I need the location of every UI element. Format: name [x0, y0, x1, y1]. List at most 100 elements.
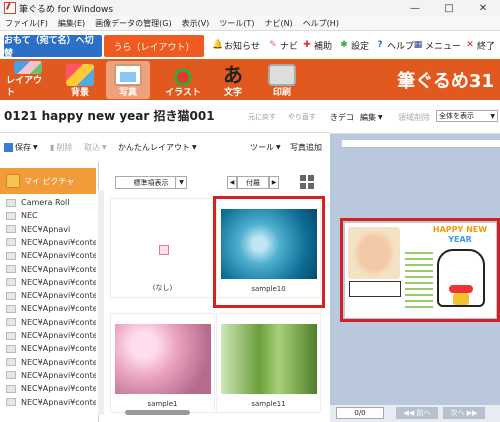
document-title: 0121 happy new year 招き猫001 [4, 109, 215, 123]
folder-icon [6, 265, 16, 273]
easy-layout-button[interactable]: かんたんレイアウト ▼ [118, 142, 197, 153]
grid-scrollbar[interactable] [110, 410, 325, 415]
undo-button[interactable]: 元に戻す [248, 112, 276, 122]
menu-tools[interactable]: ツール(T) [214, 18, 259, 29]
import-button[interactable]: 取込 ▼ [84, 142, 107, 153]
folder-label: NEC [21, 211, 38, 221]
zoom-select[interactable]: 全体を表示 ▼ [436, 110, 498, 122]
folder-item[interactable]: NEC¥Apnavi¥conten... [6, 356, 96, 369]
menu-image-data[interactable]: 画像データの管理(G) [90, 18, 176, 29]
save-button[interactable]: 保存 ▼ [4, 142, 38, 153]
grid-item-sample11[interactable]: sample11 [216, 313, 321, 413]
folder-icon [6, 211, 16, 220]
folder-item[interactable]: NEC¥Apnavi¥conten... [6, 263, 96, 276]
menu-edit[interactable]: 編集(E) [53, 18, 90, 29]
watermelon-icon [169, 64, 197, 86]
help-button[interactable]: ? ヘルプ [375, 38, 414, 52]
menu-button[interactable]: ▦ メニュー [413, 38, 461, 52]
folder-icon [6, 318, 16, 327]
folder-label: NEC¥Apnavi¥conten... [21, 357, 96, 367]
ribbon-print-button[interactable]: 印刷 [260, 61, 304, 99]
minimize-button[interactable]: — [398, 0, 432, 16]
menu-help[interactable]: ヘルプ(H) [298, 18, 344, 29]
redo-button[interactable]: やり直す [288, 112, 316, 122]
sidebar-scrollbar[interactable] [98, 190, 104, 415]
sort-next-button[interactable]: ▶ [269, 176, 279, 189]
folder-label: NEC¥Apnavi¥conten... [21, 291, 96, 301]
chevron-down-icon: ▼ [192, 144, 197, 151]
folder-label: NEC¥Apnavi¥conten... [21, 344, 96, 354]
delete-button[interactable]: ▮ 削除 [50, 142, 72, 153]
folder-root-my-pictures[interactable]: マイ ピクチャ [0, 168, 96, 194]
folder-item[interactable]: NEC¥Apnavi¥conten... [6, 289, 96, 302]
pen-icon: ✎ [269, 40, 277, 50]
prev-page-button[interactable]: ◀◀ 前へ [396, 407, 438, 419]
exit-button[interactable]: ✕ 終了 [465, 38, 495, 52]
app-logo: 筆ぐるめ31 [397, 71, 494, 92]
menu-view[interactable]: 表示(V) [177, 18, 215, 29]
grid-view-icon[interactable] [300, 175, 314, 189]
folder-label: NEC¥Apnavi¥conten... [21, 304, 96, 314]
notice-button[interactable]: 🔔 お知らせ [212, 38, 260, 52]
folder-icon [6, 358, 16, 367]
folder-item[interactable]: Camera Roll [6, 196, 96, 209]
trash-icon: ▮ [50, 143, 55, 152]
folder-item[interactable]: NEC¥Apnavi¥contents [6, 236, 96, 249]
settings-button[interactable]: ✱ 設定 [339, 38, 369, 52]
deco-button[interactable]: きデコ [330, 112, 354, 123]
ribbon-layout-button[interactable]: レイアウト [6, 61, 50, 99]
folder-icon [6, 291, 16, 300]
menu-file[interactable]: ファイル(F) [0, 18, 53, 29]
folder-item[interactable]: NEC¥Apnavi¥conten... [6, 369, 96, 382]
edit-button[interactable]: 編集 ▼ [360, 112, 383, 123]
page-counter: 0/0 [336, 407, 384, 419]
ribbon-illustration-button[interactable]: イラスト [161, 61, 205, 99]
folder-item[interactable]: NEC¥Apnavi¥conten... [6, 342, 96, 355]
folder-item[interactable]: NEC¥Apnavi¥conten... [6, 382, 96, 395]
area-delete-button[interactable]: 領域削除 [398, 112, 430, 123]
folder-item[interactable]: NEC¥Apnavi¥conten... [6, 396, 96, 409]
printer-icon [268, 64, 296, 86]
folder-icon [6, 344, 16, 353]
chevron-down-icon: ▼ [102, 144, 107, 151]
grid-item-sample1[interactable]: sample1 [110, 313, 215, 413]
sort-select[interactable]: 付羅 [237, 176, 269, 189]
assist-button[interactable]: ✚ 補助 [302, 38, 332, 52]
background-icon [66, 64, 94, 86]
folder-icon [6, 398, 16, 406]
folder-icon [6, 384, 16, 393]
sort-prev-button[interactable]: ◀ [227, 176, 237, 189]
chevron-down-icon[interactable]: ▼ [175, 176, 187, 189]
navi-button[interactable]: ✎ ナビ [268, 38, 298, 52]
menu-grid-icon: ▦ [413, 40, 423, 50]
question-icon: ? [377, 40, 383, 50]
folder-item[interactable]: NEC¥Apnavi¥conten... [6, 276, 96, 289]
folder-item[interactable]: NEC¥Apnavi¥conten... [6, 249, 96, 262]
folder-label: NEC¥Apnavi¥conten... [21, 397, 96, 407]
folder-item[interactable]: NEC¥Apnavi¥conten... [6, 316, 96, 329]
chevron-down-icon: ▼ [276, 144, 281, 151]
ribbon-photo-button[interactable]: 写真 [106, 61, 150, 99]
folder-item[interactable]: NEC¥Apnavi [6, 223, 96, 236]
folder-icon [6, 278, 16, 287]
folder-label: NEC¥Apnavi¥conten... [21, 331, 96, 340]
save-icon [4, 143, 13, 152]
menu-navi[interactable]: ナビ(N) [259, 18, 297, 29]
folder-item[interactable]: NEC¥Apnavi¥conten... [6, 302, 96, 315]
tab-front-address[interactable]: おもて（宛て名）へ切替 [4, 35, 102, 59]
folder-item[interactable]: NEC [6, 209, 96, 222]
folder-item[interactable]: NEC¥Apnavi¥conten... [6, 329, 96, 342]
tab-back-layout[interactable]: うら（レイアウト） [104, 35, 204, 57]
ribbon-background-button[interactable]: 背景 [58, 61, 102, 99]
ribbon-text-button[interactable]: あ 文字 [211, 61, 255, 99]
gear-icon: ✱ [340, 40, 348, 50]
folder-icon [6, 225, 16, 234]
selection-highlight [213, 196, 325, 308]
thumbnail-sample11 [220, 324, 317, 394]
letter-a-icon: あ [223, 63, 243, 87]
next-page-button[interactable]: 次へ ▶▶ [443, 407, 485, 419]
add-photo-button[interactable]: 写真追加 [290, 142, 322, 153]
tools-button[interactable]: ツール ▼ [250, 142, 281, 153]
maximize-button[interactable]: □ [432, 0, 466, 16]
close-window-button[interactable]: ✕ [466, 0, 500, 16]
